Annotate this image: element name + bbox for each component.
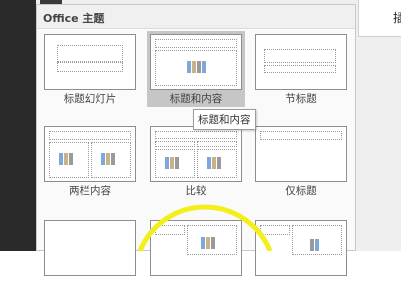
annotation-circle-overlay [137,204,273,251]
yellow-annotation-arc [137,204,273,251]
